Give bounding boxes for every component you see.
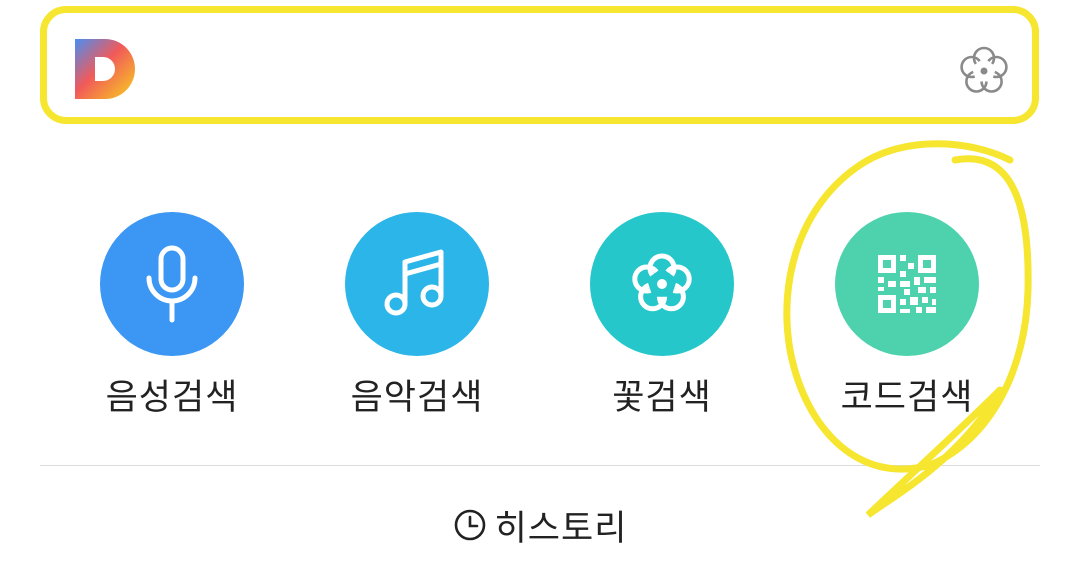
music-search-button[interactable]: 음악검색 bbox=[317, 212, 517, 418]
music-search-circle[interactable] bbox=[345, 212, 489, 356]
voice-search-label: 음성검색 bbox=[105, 378, 239, 418]
daum-logo-icon[interactable] bbox=[71, 35, 139, 103]
code-search-button[interactable]: 코드검색 bbox=[807, 212, 1007, 418]
divider bbox=[40, 465, 1040, 466]
search-bar[interactable] bbox=[40, 6, 1039, 124]
flower-icon[interactable] bbox=[954, 41, 1014, 101]
flower-search-circle[interactable] bbox=[590, 212, 734, 356]
qr-code-icon bbox=[878, 255, 936, 313]
voice-search-circle[interactable] bbox=[100, 212, 244, 356]
music-note-icon bbox=[384, 249, 444, 316]
history-label: 히스토리 bbox=[494, 508, 628, 549]
flower-search-button[interactable]: 꽃검색 bbox=[562, 212, 762, 418]
flower-icon bbox=[632, 253, 692, 312]
music-search-label: 음악검색 bbox=[350, 378, 484, 418]
code-search-label: 코드검색 bbox=[840, 378, 974, 418]
microphone-icon bbox=[146, 245, 198, 323]
clock-icon bbox=[454, 509, 485, 541]
history-button[interactable]: 히스토리 bbox=[0, 500, 1080, 550]
voice-search-button[interactable]: 음성검색 bbox=[72, 212, 272, 418]
flower-search-label: 꽃검색 bbox=[612, 378, 712, 418]
code-search-circle[interactable] bbox=[835, 212, 979, 356]
